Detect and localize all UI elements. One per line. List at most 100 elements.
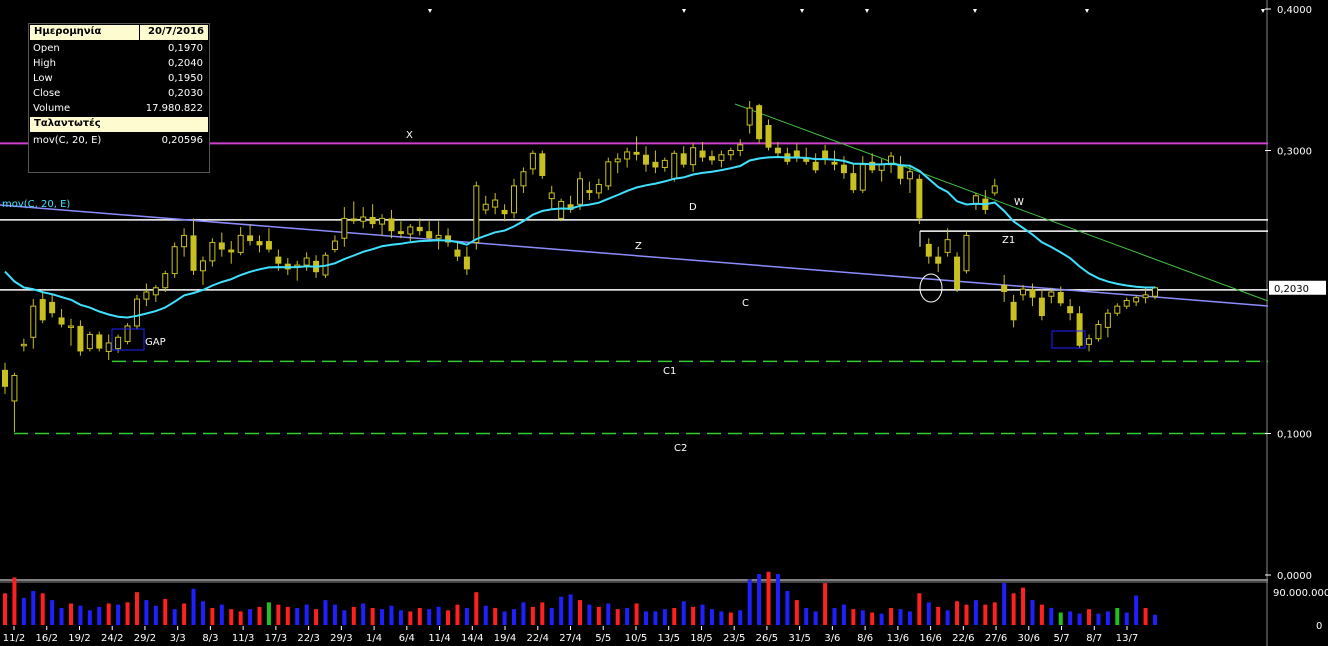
volume-bar [653, 611, 658, 625]
candle [925, 238, 932, 264]
candle [341, 207, 348, 247]
candle-body [1038, 297, 1045, 317]
candle [963, 231, 970, 274]
volume-bar [870, 612, 875, 625]
volume-bar [125, 602, 130, 625]
volume-bar [945, 610, 950, 625]
candle-body [756, 105, 763, 140]
candle-body [652, 161, 659, 168]
volume-bar [794, 600, 799, 625]
candle [840, 156, 847, 179]
candle [20, 338, 27, 352]
volume-bar [389, 605, 394, 625]
candle [58, 308, 65, 328]
volume-bar [116, 604, 121, 625]
candle-body [58, 317, 65, 325]
volume-bar [87, 610, 92, 625]
candle [822, 144, 829, 165]
candle [614, 153, 621, 174]
candle [746, 100, 753, 134]
volume-bar [643, 611, 648, 625]
volume-bar [172, 609, 177, 625]
candle-body [247, 235, 254, 242]
candle [162, 270, 169, 292]
last-price-label: 0,2030 [1274, 284, 1309, 295]
candle [718, 150, 725, 168]
candle [11, 372, 18, 433]
volume-bar [757, 574, 762, 625]
candle [2, 362, 8, 394]
volume-bar [775, 574, 780, 625]
candle [1123, 297, 1130, 309]
volume-bar [200, 601, 205, 625]
volume-bar [455, 604, 460, 625]
candle-body [49, 301, 56, 314]
candle-body [633, 151, 640, 155]
candle-body [162, 273, 169, 289]
price-axis-label: 0,0000 [1277, 571, 1312, 582]
volume-bar [926, 602, 931, 625]
candle [49, 294, 56, 318]
volume-bar [1039, 604, 1044, 625]
candle [529, 150, 536, 175]
volume-bar [163, 598, 168, 625]
candle-body [831, 161, 838, 165]
volume-bar [766, 571, 771, 625]
candle-body [1142, 294, 1149, 299]
volume-bar [285, 606, 290, 625]
x-tick-label: 22/6 [952, 633, 974, 644]
volume-bar [97, 606, 102, 625]
candle [1104, 308, 1111, 338]
candle-body [991, 185, 998, 194]
candle-body [181, 234, 188, 248]
annotation-z: Z [635, 241, 642, 252]
candle [190, 218, 197, 276]
volume-bar [417, 608, 422, 625]
candle-body [765, 125, 772, 148]
volume-bar [464, 608, 469, 625]
candle-body [426, 231, 433, 239]
candle-body [1095, 324, 1102, 340]
volume-bar [530, 606, 535, 625]
candle-body [228, 249, 235, 253]
candle-body [388, 218, 395, 232]
x-tick-label: 11/3 [232, 633, 254, 644]
candle [77, 320, 84, 356]
candle [124, 323, 131, 345]
volume-bar [672, 608, 677, 625]
candle-body [605, 161, 612, 187]
candle [737, 139, 744, 157]
candle [237, 226, 244, 256]
volume-bar [587, 604, 592, 625]
candle-body [482, 203, 489, 211]
volume-bar [634, 603, 639, 625]
x-tick-label: 16/6 [919, 633, 941, 644]
volume-bar [851, 609, 856, 625]
candle-body [67, 325, 74, 328]
candle-body [1020, 288, 1027, 296]
x-tick-label: 30/6 [1018, 633, 1040, 644]
candle-body [859, 164, 866, 191]
volume-bar [1002, 583, 1007, 625]
candle [303, 252, 310, 271]
volume-bar [1115, 608, 1120, 625]
volume-bar [804, 608, 809, 625]
candle [690, 143, 697, 172]
volume-bar [1105, 611, 1110, 625]
candle [1010, 294, 1017, 328]
candle-body [256, 241, 263, 246]
candle [1076, 306, 1083, 349]
candle-body [1123, 299, 1130, 307]
candle-body [133, 298, 140, 327]
candle [1114, 303, 1121, 317]
candle-body [397, 231, 404, 234]
annotation-c2: C2 [674, 443, 687, 454]
volume-bar [568, 594, 573, 625]
top-marker-1 [682, 9, 686, 13]
candle [652, 150, 659, 174]
candle-body [954, 256, 961, 290]
volume-bar [606, 603, 611, 625]
date-value: 20/7/2016 [147, 26, 204, 37]
volume-bar [719, 611, 724, 625]
volume-bar [625, 608, 630, 625]
